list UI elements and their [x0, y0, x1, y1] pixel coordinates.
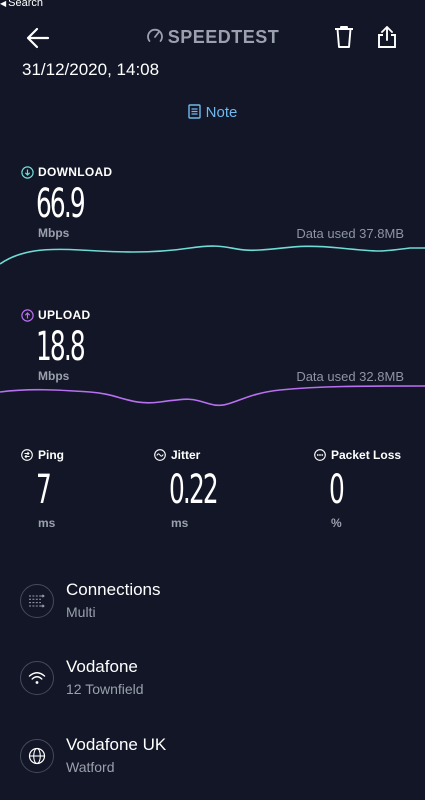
gauge-icon: [146, 28, 163, 42]
server-row: Vodafone UK Watford: [20, 735, 405, 785]
ping-value: 7: [36, 467, 52, 513]
upload-value: 18.8: [36, 324, 86, 370]
download-arrow-icon: [21, 165, 34, 179]
network-row: Vodafone 12 Townfield: [20, 657, 405, 707]
connections-icon: [20, 584, 54, 618]
jitter-unit: ms: [171, 516, 189, 530]
brand-title: SPEEDTEST: [0, 27, 425, 48]
top-bar: SPEEDTEST: [0, 20, 425, 56]
packet-loss-label: Packet Loss: [331, 448, 402, 462]
brand-label: SPEEDTEST: [167, 27, 280, 47]
packet-loss-stat: Packet Loss 0 %: [314, 448, 401, 530]
jitter-stat: Jitter 0.22 ms: [154, 448, 246, 530]
jitter-label: Jitter: [171, 448, 201, 462]
note-button[interactable]: Note: [0, 104, 425, 121]
upload-header: UPLOAD: [21, 308, 90, 322]
jitter-icon: [154, 449, 166, 461]
upload-arrow-icon: [21, 308, 34, 322]
connections-subtitle: Multi: [66, 604, 96, 620]
back-triangle-icon: ◀: [0, 0, 7, 8]
ping-unit: ms: [38, 516, 56, 530]
status-back-link[interactable]: ◀ Search: [0, 0, 43, 9]
wifi-icon: [20, 661, 54, 695]
result-datetime: 31/12/2020, 14:08: [22, 60, 160, 79]
jitter-value: 0.22: [169, 467, 219, 513]
share-icon: [378, 26, 396, 48]
network-title: Vodafone: [66, 657, 138, 676]
ping-icon: [21, 449, 33, 461]
ping-stat: Ping 7 ms: [21, 448, 64, 530]
note-label: Note: [205, 104, 238, 121]
upload-label: UPLOAD: [38, 308, 91, 322]
download-label: DOWNLOAD: [38, 165, 113, 179]
share-button[interactable]: [376, 24, 398, 50]
packet-loss-icon: [314, 449, 326, 461]
status-back-label: Search: [8, 0, 44, 9]
ping-label: Ping: [38, 448, 64, 462]
download-graph: [0, 245, 425, 265]
download-value: 66.9: [36, 181, 86, 227]
server-subtitle: Watford: [66, 759, 115, 775]
delete-button[interactable]: [332, 24, 356, 50]
upload-graph: [0, 385, 425, 407]
download-header: DOWNLOAD: [21, 165, 112, 179]
packet-loss-unit: %: [331, 516, 342, 530]
server-title: Vodafone UK: [66, 735, 167, 754]
speedtest-result-screen: ◀ Search SPEEDTEST 31/12/2020, 14:08 Not…: [0, 0, 425, 800]
connections-row: Connections Multi: [20, 580, 405, 630]
globe-icon: [20, 739, 54, 773]
note-icon: [187, 104, 201, 119]
network-subtitle: 12 Townfield: [66, 681, 144, 697]
packet-loss-value: 0: [329, 467, 345, 513]
connections-title: Connections: [66, 580, 161, 599]
trash-icon: [335, 26, 353, 48]
